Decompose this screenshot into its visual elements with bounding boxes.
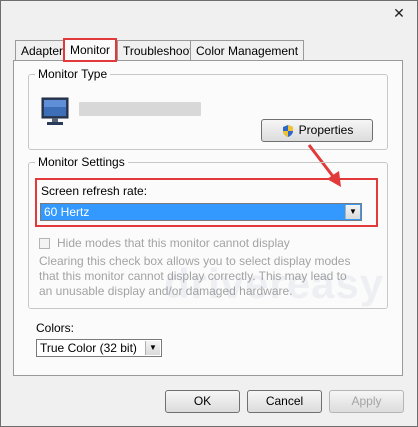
refresh-rate-value: 60 Hertz [44, 205, 90, 219]
tab-adapter[interactable]: Adapter [15, 40, 70, 60]
chevron-down-icon: ▼ [145, 341, 160, 355]
ok-button[interactable]: OK [165, 390, 240, 413]
hide-modes-description: Clearing this check box allows you to se… [39, 254, 351, 298]
monitor-name-redacted [79, 102, 201, 116]
refresh-rate-select[interactable]: 60 Hertz ▼ [40, 203, 362, 221]
dialog-window: ✕ Adapter Monitor Troubleshoot Color Man… [0, 0, 418, 427]
chevron-down-icon: ▼ [345, 205, 360, 219]
colors-value: True Color (32 bit) [40, 341, 137, 355]
monitor-icon [41, 97, 69, 125]
shield-icon [282, 124, 293, 137]
colors-select[interactable]: True Color (32 bit) ▼ [36, 339, 162, 357]
close-icon[interactable]: ✕ [391, 5, 407, 21]
apply-button[interactable]: Apply [329, 390, 404, 413]
monitor-type-label: Monitor Type [35, 67, 111, 81]
monitor-settings-label: Monitor Settings [35, 155, 128, 169]
tab-panel: Monitor Type Properties Monitor Settings… [13, 60, 403, 376]
cancel-button[interactable]: Cancel [247, 390, 322, 413]
tab-color-management[interactable]: Color Management [190, 40, 305, 60]
tab-troubleshoot[interactable]: Troubleshoot [117, 40, 199, 60]
refresh-rate-label: Screen refresh rate: [41, 184, 148, 198]
hide-modes-label: Hide modes that this monitor cannot disp… [57, 236, 290, 250]
hide-modes-checkbox[interactable] [39, 238, 50, 249]
tab-monitor[interactable]: Monitor [62, 38, 118, 62]
monitor-type-group: Monitor Type Properties [28, 67, 388, 150]
colors-label: Colors: [36, 321, 75, 335]
properties-button[interactable]: Properties [261, 119, 373, 142]
properties-label: Properties [298, 123, 354, 137]
refresh-rate-highlight: Screen refresh rate: 60 Hertz ▼ [35, 178, 378, 227]
monitor-settings-group: Monitor Settings Screen refresh rate: 60… [28, 155, 388, 309]
